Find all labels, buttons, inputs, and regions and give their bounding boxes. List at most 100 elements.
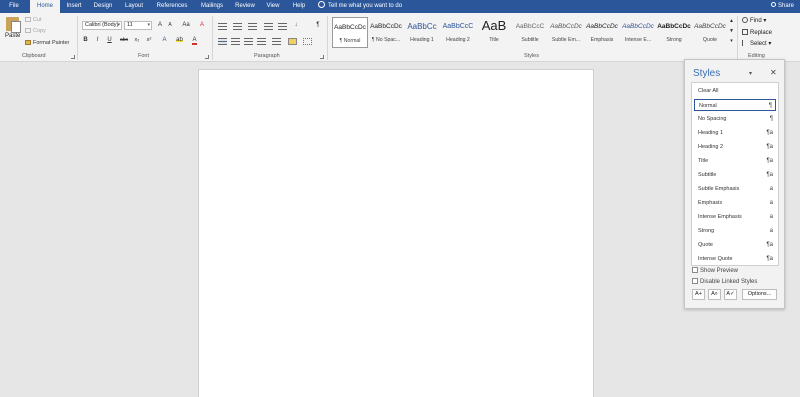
share-button[interactable]: Share: [770, 0, 794, 13]
subscript-button[interactable]: x₂: [133, 36, 141, 44]
font-name-combo[interactable]: Calibri (Body) ▾: [82, 21, 122, 30]
tab-home[interactable]: Home: [30, 0, 60, 13]
new-style-icon: A+: [695, 291, 702, 297]
lightbulb-icon: [318, 1, 325, 8]
clear-formatting-icon[interactable]: A: [198, 21, 206, 29]
justify-icon[interactable]: [257, 38, 266, 45]
tab-file[interactable]: File: [0, 0, 28, 13]
clipboard-icon[interactable]: [6, 17, 21, 33]
font-size-value: 11: [127, 22, 133, 28]
gallery-style-emphasis[interactable]: AaBbCcDc Emphasis: [584, 17, 620, 48]
gallery-style-title[interactable]: AaB Title: [476, 17, 512, 48]
align-right-icon[interactable]: [244, 38, 253, 45]
select-button[interactable]: Select ▾: [742, 40, 771, 47]
style-item-intense-quote[interactable]: Intense Quote ¶a: [694, 253, 776, 265]
underline-button[interactable]: U: [106, 36, 113, 44]
cut-button[interactable]: Cut: [25, 17, 42, 23]
sort-icon[interactable]: ↓: [292, 21, 300, 29]
gallery-style-no-spacing[interactable]: AaBbCcDc ¶ No Spac...: [368, 17, 404, 48]
style-item-label: Emphasis: [698, 200, 723, 206]
tab-help[interactable]: Help: [288, 0, 310, 13]
style-item-no-spacing[interactable]: No Spacing ¶: [694, 113, 776, 125]
gallery-style-intense-emphasis[interactable]: AaBbCcDc Intense E...: [620, 17, 656, 48]
style-caption: ¶ Normal: [339, 38, 361, 44]
tab-references[interactable]: References: [152, 0, 192, 13]
font-launcher[interactable]: [205, 55, 209, 59]
style-item-heading-2[interactable]: Heading 2 ¶a: [694, 141, 776, 153]
tab-review[interactable]: Review: [232, 0, 258, 13]
show-preview-checkbox[interactable]: Show Preview: [692, 267, 738, 274]
styles-pane-title: Styles: [693, 68, 721, 79]
tab-view[interactable]: View: [262, 0, 284, 13]
align-center-icon[interactable]: [231, 38, 240, 45]
bold-button[interactable]: B: [82, 36, 89, 44]
show-marks-button[interactable]: ¶: [314, 21, 322, 29]
close-icon[interactable]: ✕: [770, 68, 777, 77]
gallery-style-quote[interactable]: AaBbCcDc Quote: [692, 17, 728, 48]
copy-button[interactable]: Copy: [25, 28, 46, 34]
line-spacing-icon[interactable]: [272, 38, 281, 45]
tab-layout[interactable]: Layout: [120, 0, 148, 13]
style-item-clear-all[interactable]: Clear All: [694, 85, 776, 97]
style-item-emphasis[interactable]: Emphasis a: [694, 197, 776, 209]
bullets-icon[interactable]: [218, 23, 227, 30]
increase-indent-icon[interactable]: [278, 23, 287, 30]
format-painter-button[interactable]: Format Painter: [25, 40, 69, 46]
font-size-combo[interactable]: 11 ▾: [124, 21, 152, 30]
tab-insert[interactable]: Insert: [62, 0, 86, 13]
shading-icon[interactable]: [288, 38, 297, 45]
pane-options-dropdown-icon[interactable]: ▾: [749, 70, 752, 77]
multilevel-list-icon[interactable]: [248, 23, 257, 30]
text-effects-icon[interactable]: A: [160, 36, 169, 44]
numbering-icon[interactable]: [233, 23, 242, 30]
document-page[interactable]: [198, 69, 594, 397]
font-color-button[interactable]: A: [190, 36, 199, 45]
gallery-style-heading-1[interactable]: AaBbCc Heading 1: [404, 17, 440, 48]
style-item-label: Heading 2: [698, 144, 724, 150]
decrease-indent-icon[interactable]: [264, 23, 273, 30]
replace-button[interactable]: Replace: [742, 29, 772, 36]
style-item-heading-1[interactable]: Heading 1 ¶a: [694, 127, 776, 139]
gallery-scroll-down-icon[interactable]: ▼: [728, 27, 735, 35]
replace-icon: [742, 29, 748, 35]
gallery-style-subtle-emphasis[interactable]: AaBbCcDc Subtle Em...: [548, 17, 584, 48]
clipboard-launcher[interactable]: [71, 55, 75, 59]
style-item-quote[interactable]: Quote ¶a: [694, 239, 776, 251]
gallery-scroll-up-icon[interactable]: ▲: [728, 17, 735, 25]
highlight-button[interactable]: ab: [175, 36, 184, 44]
italic-button[interactable]: I: [94, 36, 101, 44]
borders-icon[interactable]: [303, 38, 312, 45]
style-inspector-button[interactable]: A⌕: [708, 289, 721, 300]
tell-me-search[interactable]: Tell me what you want to do: [318, 0, 402, 13]
style-item-subtle-emphasis[interactable]: Subtle Emphasis a: [694, 183, 776, 195]
gallery-style-heading-2[interactable]: AaBbCcC Heading 2: [440, 17, 476, 48]
find-button[interactable]: Find ▾: [742, 17, 766, 24]
gallery-more-icon[interactable]: ▾: [728, 37, 735, 45]
paragraph-launcher[interactable]: [320, 55, 324, 59]
style-item-title[interactable]: Title ¶a: [694, 155, 776, 167]
align-left-icon[interactable]: [218, 38, 227, 45]
superscript-button[interactable]: x²: [145, 36, 153, 44]
new-style-button[interactable]: A+: [692, 289, 705, 300]
gallery-style-normal[interactable]: AaBbCcDc ¶ Normal: [332, 17, 368, 48]
disable-linked-styles-checkbox[interactable]: Disable Linked Styles: [692, 278, 757, 285]
style-item-subtitle[interactable]: Subtitle ¶a: [694, 169, 776, 181]
grow-font-button[interactable]: A: [156, 21, 164, 29]
style-item-intense-emphasis[interactable]: Intense Emphasis a: [694, 211, 776, 223]
tab-mailings[interactable]: Mailings: [196, 0, 228, 13]
style-item-strong[interactable]: Strong a: [694, 225, 776, 237]
options-button[interactable]: Options...: [742, 289, 777, 300]
gallery-style-strong[interactable]: AaBbCcDc Strong: [656, 17, 692, 48]
style-sample: AaBbCcDc: [694, 23, 726, 30]
paste-button[interactable]: Paste: [5, 33, 20, 39]
style-item-normal[interactable]: Normal ¶: [694, 99, 776, 111]
shrink-font-button[interactable]: A: [166, 21, 174, 29]
style-sample: AaBbCcC: [442, 23, 474, 30]
change-case-button[interactable]: Aa: [180, 21, 192, 29]
replace-label: Replace: [750, 30, 773, 36]
gallery-style-subtitle[interactable]: AaBbCcC Subtitle: [512, 17, 548, 48]
manage-styles-button[interactable]: A✓: [724, 289, 737, 300]
style-caption: Subtle Em...: [551, 37, 581, 43]
tab-design[interactable]: Design: [90, 0, 116, 13]
strikethrough-button[interactable]: abc: [118, 36, 130, 44]
